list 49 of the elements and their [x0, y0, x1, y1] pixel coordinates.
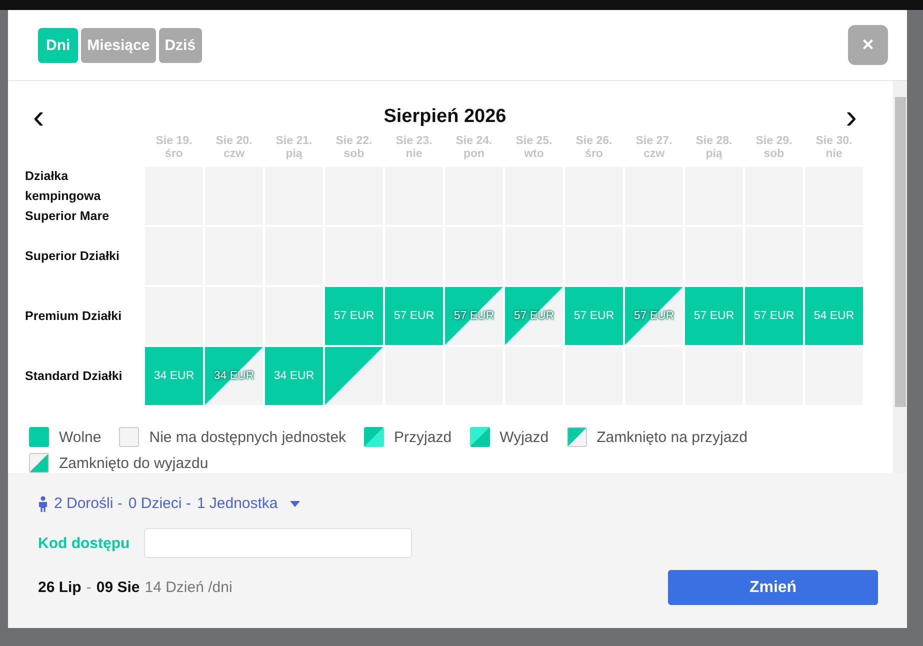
- unit-name: Superior Działki: [25, 248, 120, 265]
- view-tab[interactable]: Dni: [38, 28, 78, 62]
- access-code-field[interactable]: [144, 528, 412, 558]
- person-icon: [38, 496, 48, 512]
- unit-name: Standard Działki: [25, 368, 124, 385]
- guests-dropdown[interactable]: 2 Dorośli - 0 Dzieci - 1 Jednostka: [38, 495, 300, 512]
- day-header: Sie 25. wto: [514, 135, 554, 162]
- unit-name: Działka kempingowa Superior Mare: [25, 168, 110, 225]
- legend-label: Wyjazd: [500, 428, 549, 446]
- change-button[interactable]: Zmień: [668, 570, 878, 605]
- day-header: Sie 29. sob: [754, 135, 794, 162]
- availability-cell[interactable]: 57 EUR: [565, 287, 623, 345]
- previous-month-button[interactable]: ‹: [25, 103, 52, 131]
- view-tab[interactable]: Miesiące: [81, 28, 156, 62]
- day-header: Sie 20. czw: [214, 135, 254, 162]
- availability-cell[interactable]: 57 EUR: [325, 287, 383, 345]
- availability-cell[interactable]: 57 EUR: [745, 287, 803, 345]
- availability-cell[interactable]: 34 EUR: [265, 347, 323, 405]
- legend-label: Zamknięto do wyjazdu: [59, 454, 208, 472]
- availability-cell[interactable]: 57 EUR: [385, 287, 443, 345]
- close-button[interactable]: ×: [848, 25, 888, 65]
- day-header: Sie 26. śro: [574, 135, 614, 162]
- date-separator: -: [86, 579, 92, 596]
- day-header: Sie 21. pią: [274, 135, 314, 162]
- unit-name: Premium Działki: [25, 308, 123, 325]
- legend-label: Nie ma dostępnych jednostek: [149, 428, 346, 446]
- day-header: Sie 19. śro: [154, 135, 194, 162]
- availability-cell[interactable]: 54 EUR: [805, 287, 863, 345]
- legend-label: Zamknięto na przyjazd: [596, 428, 748, 446]
- scrollbar[interactable]: [893, 81, 907, 473]
- month-title: Sierpień 2026: [382, 106, 508, 128]
- caret-icon: [290, 500, 300, 506]
- day-header: Sie 22. sob: [334, 135, 374, 162]
- day-header: Sie 24. pon: [454, 135, 494, 162]
- day-header: Sie 30. nie: [814, 135, 854, 162]
- availability-cell[interactable]: 57 EUR: [685, 287, 743, 345]
- day-header: Sie 28. pią: [694, 135, 734, 162]
- end-date: 09 Sie: [96, 579, 140, 596]
- access-code-label: Kod dostępu: [38, 534, 130, 552]
- next-month-button[interactable]: ›: [838, 103, 865, 131]
- availability-cell[interactable]: 34 EUR: [145, 347, 203, 405]
- legend-label: Przyjazd: [394, 428, 452, 446]
- day-header: Sie 27. czw: [634, 135, 674, 162]
- stay-length: 14 Dzień /dni: [144, 579, 232, 596]
- start-date: 26 Lip: [38, 579, 82, 596]
- view-tab[interactable]: Dziś: [158, 28, 202, 62]
- availability-cell[interactable]: [325, 347, 383, 405]
- legend-label: Wolne: [59, 428, 102, 446]
- day-header: Sie 23. nie: [394, 135, 434, 162]
